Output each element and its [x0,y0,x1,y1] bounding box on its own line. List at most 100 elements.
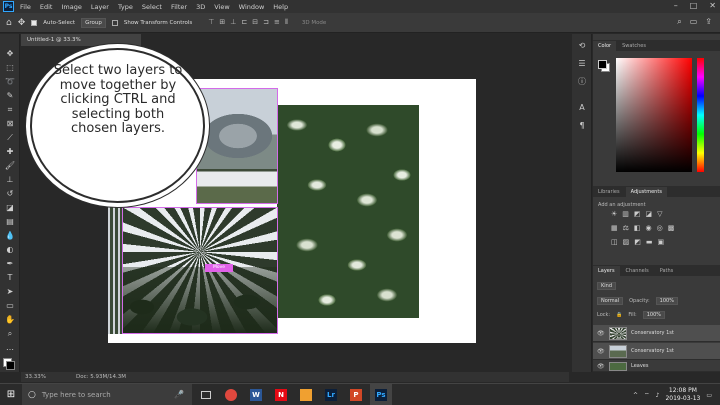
eye-icon[interactable]: 👁 [597,348,605,355]
history-brush-icon[interactable]: ↺ [3,188,17,200]
share-icon[interactable]: ⇪ [705,17,712,27]
layer-kind-filter[interactable]: Kind [597,282,617,290]
photo-filter-icon[interactable]: ◉ [646,224,652,232]
blur-tool-icon[interactable]: 💧 [3,230,17,242]
lasso-tool-icon[interactable]: ➰ [3,76,17,88]
foreground-color-swatch[interactable] [598,60,607,69]
tab-layers[interactable]: Layers [593,265,620,276]
align-right-icon[interactable]: ⊐ [263,18,269,27]
auto-select-target-dropdown[interactable]: Group [81,17,106,28]
layer-row[interactable]: 👁 Conservatory 1st [593,325,720,342]
photoshop-icon[interactable]: Ps [370,383,392,405]
channel-mixer-icon[interactable]: ◎ [657,224,663,232]
selective-color-icon[interactable]: ▣ [658,238,665,246]
gradient-map-icon[interactable]: ▬ [646,238,653,246]
align-left-icon[interactable]: ⊏ [241,18,247,27]
character-icon[interactable]: A [576,102,588,114]
document-tab[interactable]: Untitled-1 @ 33.3% [21,34,141,46]
layer-row[interactable]: 👁 Conservatory 1st [593,343,720,360]
clock[interactable]: 12:08 PM 2019-03-13 [665,387,700,403]
menu-layer[interactable]: Layer [91,3,109,11]
color-field[interactable] [616,58,692,172]
show-transform-checkbox[interactable] [111,19,118,26]
dodge-tool-icon[interactable]: ◐ [3,244,17,256]
gradient-tool-icon[interactable]: ▤ [3,216,17,228]
eye-icon[interactable]: 👁 [597,330,605,337]
conservatory-dome-photo-layer[interactable] [122,207,278,334]
fill-input[interactable]: 100% [642,311,665,319]
vibrance-icon[interactable]: ▽ [657,210,662,218]
more-tools-icon[interactable]: … [3,342,17,354]
layer-name[interactable]: Leaves [631,363,648,369]
properties-icon[interactable]: ☰ [576,58,588,70]
close-icon[interactable]: ✕ [709,1,716,10]
zoom-level[interactable]: 33.33% [25,374,46,380]
volume-icon[interactable]: ♪ [656,392,660,399]
tab-adjustments[interactable]: Adjustments [625,186,667,197]
opacity-input[interactable]: 100% [655,297,678,305]
notifications-icon[interactable]: ▭ [706,392,712,399]
brush-tool-icon[interactable]: 🖌 [3,160,17,172]
menu-filter[interactable]: Filter [171,3,187,11]
color-balance-icon[interactable]: ⚖ [623,224,629,232]
lightroom-icon[interactable]: Lr [320,384,342,405]
stamp-tool-icon[interactable]: ⊥ [3,174,17,186]
path-select-tool-icon[interactable]: ➤ [3,286,17,298]
shape-tool-icon[interactable]: ▭ [3,300,17,312]
taskbar-search[interactable]: ○ Type here to search 🎤 [22,383,192,405]
exposure-icon[interactable]: ◪ [646,210,653,218]
tab-paths[interactable]: Paths [655,266,679,276]
pen-tool-icon[interactable]: ✒ [3,258,17,270]
levels-icon[interactable]: ▥ [622,210,629,218]
info-icon[interactable]: ⓘ [576,76,588,88]
layer-row[interactable]: 👁 Leaves [593,361,720,372]
files-icon[interactable] [295,384,317,405]
conservatory-exterior-photo-layer[interactable] [196,88,278,204]
curves-icon[interactable]: ◩ [634,210,641,218]
lock-icon[interactable]: 🔒 [616,312,622,318]
eyedropper-tool-icon[interactable]: ⟋ [3,132,17,144]
move-tool-icon[interactable]: ✥ [3,48,17,60]
crop-tool-icon[interactable]: ⌗ [3,104,17,116]
quick-select-tool-icon[interactable]: ✎ [3,90,17,102]
tab-channels[interactable]: Channels [621,266,654,276]
black-white-icon[interactable]: ◧ [634,224,641,232]
blend-mode-dropdown[interactable]: Normal [597,297,624,305]
search-icon[interactable]: ⌕ [677,17,681,27]
layer-name[interactable]: Conservatory 1st [631,330,674,336]
menu-view[interactable]: View [214,3,229,11]
minimize-icon[interactable]: – [674,1,678,10]
brightness-icon[interactable]: ☀ [611,210,617,218]
home-icon[interactable]: ⌂ [6,18,12,28]
align-bottom-icon[interactable]: ⊥ [230,18,236,27]
dome-photo-edge[interactable] [108,207,122,334]
posterize-icon[interactable]: ▨ [623,238,630,246]
menu-edit[interactable]: Edit [40,3,53,11]
menu-image[interactable]: Image [61,3,81,11]
distribute-icon[interactable]: ≡ [274,18,280,27]
leaves-photo-layer[interactable] [277,105,419,318]
menu-file[interactable]: File [20,3,31,11]
healing-tool-icon[interactable]: ✚ [3,146,17,158]
windows-start-icon[interactable]: ⊞ [0,384,22,405]
marquee-tool-icon[interactable]: ⬚ [3,62,17,74]
threshold-icon[interactable]: ◩ [634,238,641,246]
word-icon[interactable]: W [245,384,267,405]
chrome-icon[interactable] [220,384,242,405]
hand-tool-icon[interactable]: ✋ [3,314,17,326]
move-tool-icon[interactable]: ✥ [18,18,26,28]
align-center-icon[interactable]: ⊟ [252,18,258,27]
layer-name[interactable]: Conservatory 1st [631,348,674,354]
align-middle-icon[interactable]: ⊞ [219,18,225,27]
invert-icon[interactable]: ◫ [611,238,618,246]
history-icon[interactable]: ⟲ [576,40,588,52]
hue-slider[interactable] [697,58,704,172]
zoom-tool-icon[interactable]: ⌕ [3,328,17,340]
menu-type[interactable]: Type [118,3,133,11]
background-color-swatch[interactable] [6,361,15,370]
type-tool-icon[interactable]: T [3,272,17,284]
netflix-icon[interactable]: N [270,384,292,405]
maximize-icon[interactable]: □ [690,1,698,10]
menu-window[interactable]: Window [239,3,265,11]
workspace-icon[interactable]: ▭ [690,17,698,27]
